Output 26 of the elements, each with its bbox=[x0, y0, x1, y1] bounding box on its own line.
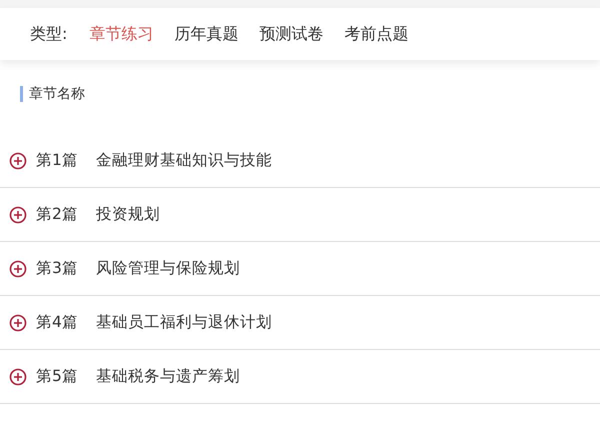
chapter-title: 投资规划 bbox=[96, 204, 160, 225]
expand-icon[interactable] bbox=[9, 206, 27, 224]
chapter-row[interactable]: 第4篇 基础员工福利与退休计划 bbox=[0, 296, 600, 350]
chapter-title: 金融理财基础知识与技能 bbox=[96, 150, 272, 171]
chapter-row[interactable]: 第5篇 基础税务与遗产筹划 bbox=[0, 350, 600, 404]
chapter-title: 风险管理与保险规划 bbox=[96, 258, 240, 279]
type-tab[interactable]: 章节练习 bbox=[89, 22, 154, 46]
chapter-row[interactable]: 第3篇 风险管理与保险规划 bbox=[0, 242, 600, 296]
expand-icon[interactable] bbox=[9, 152, 27, 170]
chapter-number: 第4篇 bbox=[36, 312, 78, 333]
type-tab[interactable]: 历年真题 bbox=[174, 22, 238, 46]
chapter-number: 第1篇 bbox=[36, 150, 78, 171]
filter-label: 类型: bbox=[30, 23, 68, 45]
chapter-number: 第5篇 bbox=[36, 366, 78, 387]
expand-icon[interactable] bbox=[9, 314, 27, 332]
expand-icon[interactable] bbox=[9, 260, 27, 278]
chapter-row[interactable]: 第2篇 投资规划 bbox=[0, 188, 600, 242]
chapter-number: 第3篇 bbox=[36, 258, 78, 279]
chapter-number: 第2篇 bbox=[36, 204, 78, 225]
type-tab[interactable]: 考前点题 bbox=[344, 22, 408, 46]
chapter-title: 基础税务与遗产筹划 bbox=[96, 366, 240, 387]
chapter-row[interactable]: 第1篇 金融理财基础知识与技能 bbox=[0, 134, 600, 188]
section-title: 章节名称 bbox=[20, 86, 600, 102]
chapter-title: 基础员工福利与退休计划 bbox=[96, 312, 272, 333]
type-tab[interactable]: 预测试卷 bbox=[259, 22, 324, 46]
expand-icon[interactable] bbox=[9, 368, 27, 386]
